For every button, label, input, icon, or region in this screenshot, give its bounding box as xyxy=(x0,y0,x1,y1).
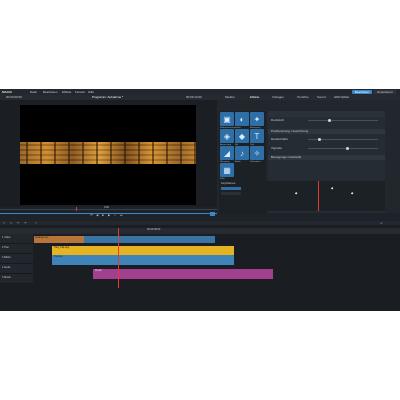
menu-item-effects[interactable]: Effekte xyxy=(62,90,71,94)
timeline-ruler[interactable]: 00:00:08:00 xyxy=(0,228,400,234)
vignette-slider[interactable] xyxy=(308,148,378,149)
menu-item-edit[interactable]: Bearbeiten xyxy=(43,90,58,94)
opacity-slider-handle[interactable] xyxy=(328,119,331,122)
title-icon: T xyxy=(254,131,260,141)
tab-media[interactable]: Medien xyxy=(225,96,235,99)
export-button[interactable]: Exportieren xyxy=(374,90,396,94)
menu-item-help[interactable]: Hilfe xyxy=(88,90,94,94)
motion-blur-section[interactable]: Bewegungs-Unschärfe xyxy=(268,155,385,160)
clip-overlay[interactable]: Overlay xyxy=(52,255,234,265)
track-header[interactable]: 3 Effekt xyxy=(0,254,33,264)
enhance-icon: ▣ xyxy=(223,114,231,124)
play-icon[interactable]: ▶ xyxy=(108,214,110,217)
preview-right-time: 00:00:12:00 xyxy=(186,95,202,99)
tab-effects[interactable]: Effekte xyxy=(250,96,259,99)
timeline-playhead[interactable] xyxy=(118,228,119,288)
vignette-slider-handle[interactable] xyxy=(346,147,349,150)
track-label: 3 Effekt xyxy=(2,256,11,259)
video-content-strip xyxy=(20,142,196,164)
effect-label: Filter xyxy=(220,177,225,180)
clip-video-name: Anfang.mov xyxy=(35,236,49,239)
keyframe-label: Keyframes xyxy=(221,181,236,185)
sharpness-label: Randschärfe xyxy=(271,137,289,141)
keyframe-row-selected[interactable] xyxy=(221,187,241,190)
opacity-label: Deckkraft xyxy=(271,118,284,122)
position-section-header[interactable]: Positionierung / Ausrichtung xyxy=(268,129,385,134)
effect-label: Dekoration xyxy=(250,160,261,163)
decoration-icon: ✧ xyxy=(253,148,261,158)
preview-left-time: 00:00:00:00 xyxy=(6,95,22,99)
edit-mode-button[interactable]: Bearbeiten xyxy=(352,90,372,94)
track-label: 4 Audio xyxy=(2,266,11,269)
timeline: 00:00:08:00 1 Video 2 Titel 3 Effekt 4 A… xyxy=(0,225,400,311)
clip-video[interactable]: Anfang.mov xyxy=(34,236,84,243)
record-icon[interactable]: ● xyxy=(114,214,116,217)
app-logo: MAGIX xyxy=(2,89,12,94)
keyframe-playhead[interactable] xyxy=(318,181,319,211)
vignette-label: Vignette xyxy=(271,146,282,150)
track-label: 2 Titel xyxy=(2,246,9,249)
sharpness-slider-handle[interactable] xyxy=(318,138,321,141)
track-header[interactable]: 2 Titel xyxy=(0,244,33,254)
clip-overlay-top[interactable] xyxy=(84,236,215,243)
keyframe-marker-icon[interactable]: ◆ xyxy=(331,187,333,190)
preview-transport: 0:00 ⏮ ◀ ■ ▶ ● ⏭ xyxy=(0,206,217,217)
transport-controls: ⏮ ◀ ■ ▶ ● ⏭ xyxy=(90,214,130,217)
fullscreen-button[interactable] xyxy=(210,212,215,216)
style-icon: ◆ xyxy=(238,131,246,141)
effect-tile-motion[interactable]: ✦ xyxy=(250,112,264,126)
position-section-label: Positionierung / Ausrichtung xyxy=(271,129,309,133)
effect-tile-transition[interactable]: ◢ xyxy=(220,146,234,160)
clip-music-name: Musik xyxy=(95,269,102,272)
menu-item-window[interactable]: Fenster xyxy=(75,90,85,94)
effect-tile-enhance[interactable]: ▣ xyxy=(220,112,234,126)
properties-header xyxy=(268,111,385,117)
video-editor-app: MAGIX Datei Bearbeiten Effekte Fenster H… xyxy=(0,89,400,311)
effect-tile-color[interactable]: ◐ xyxy=(235,112,249,126)
color-icon: ◐ xyxy=(239,114,245,124)
preview-zoom-label: 0:00 xyxy=(104,206,109,209)
effect-label: Audio xyxy=(235,160,241,163)
track-header[interactable]: 1 Video xyxy=(0,234,33,244)
preview-title: Programm: Aufnahme * xyxy=(92,95,124,99)
menu-item-file[interactable]: Datei xyxy=(30,90,37,94)
track-header[interactable]: 4 Audio xyxy=(0,264,33,274)
tab-pitch[interactable]: Tonhöhe xyxy=(297,96,309,99)
clip-music[interactable]: Musik xyxy=(93,269,273,279)
adjust-icon: ◈ xyxy=(223,131,231,141)
effect-tile-adjust[interactable]: ◈ xyxy=(220,129,234,143)
clip-overlay-name: Overlay xyxy=(54,255,63,258)
effect-tile-filter[interactable]: ▦ xyxy=(220,163,234,177)
keyframe-marker-icon[interactable]: ◆ xyxy=(295,192,297,195)
effect-tile-title[interactable]: T xyxy=(250,129,264,143)
track-header[interactable]: 5 Musik xyxy=(0,274,33,284)
keyframe-row[interactable] xyxy=(221,192,241,195)
prev-frame-icon[interactable]: ⏮ xyxy=(90,214,93,217)
transition-icon: ◢ xyxy=(223,148,231,158)
clip-title[interactable]: Titel_Clip.png xyxy=(52,246,234,255)
opacity-slider[interactable] xyxy=(308,120,378,121)
clip-title-name: Titel_Clip.png xyxy=(54,246,70,249)
effect-tile-style[interactable]: ◆ xyxy=(235,129,249,143)
next-frame-icon[interactable]: ⏭ xyxy=(120,214,123,217)
keyframe-area: Keyframes ◆ ◆ ◆ xyxy=(219,181,385,211)
tab-sound[interactable]: Sound xyxy=(317,96,326,99)
tab-templates[interactable]: Vorlagen xyxy=(272,96,284,99)
stop-icon[interactable]: ■ xyxy=(102,214,104,217)
ruler-time: 00:00:08:00 xyxy=(147,228,161,231)
track-label: 1 Video xyxy=(2,236,11,239)
filter-icon: ▦ xyxy=(223,165,231,175)
rewind-icon[interactable]: ◀ xyxy=(96,214,98,217)
tab-hdr[interactable]: HDR Effekt xyxy=(334,96,349,99)
motion-blur-label: Bewegungs-Unschärfe xyxy=(271,155,302,159)
preview-playhead[interactable] xyxy=(76,207,77,211)
track-label: 5 Musik xyxy=(2,276,11,279)
effect-tile-audio[interactable]: ♪ xyxy=(235,146,249,160)
motion-icon: ✦ xyxy=(253,114,261,124)
audio-icon: ♪ xyxy=(240,148,244,158)
keyframe-marker-icon[interactable]: ◆ xyxy=(351,192,353,195)
effect-tile-decoration[interactable]: ✧ xyxy=(250,146,264,160)
